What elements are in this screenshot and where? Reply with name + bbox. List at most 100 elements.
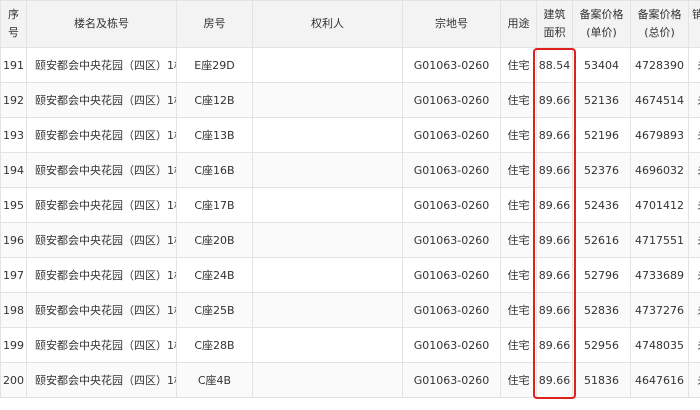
cell-room: C座28B (176, 327, 253, 363)
header-seq-label: 序号 (8, 8, 19, 39)
table-body: 191 颐安都会中央花园（四区）1栋 E座29D G01063-0260 住宅 88.54… (0, 47, 700, 398)
cell-building: 颐安都会中央花园（四区）1栋 (26, 117, 177, 153)
table-row[interactable]: 192 颐安都会中央花园（四区）1栋 C座12B G01063-0260 住宅 89.66… (0, 82, 700, 118)
cell-usage: 住宅 (500, 187, 537, 223)
cell-seq: 192 (0, 82, 27, 118)
header-owner: 权利人 (252, 0, 403, 48)
cell-owner (252, 82, 403, 118)
cell-parcel: G01063-0260 (402, 362, 501, 398)
cell-seq: 196 (0, 222, 27, 258)
cell-total-price: 4717551 (630, 222, 689, 258)
cell-building: 颐安都会中央花园（四区）1栋 (26, 257, 177, 293)
cell-area: 89.66 (536, 257, 573, 293)
cell-usage: 住宅 (500, 117, 537, 153)
cell-usage: 住宅 (500, 327, 537, 363)
header-building-label: 楼名及栋号 (74, 17, 129, 30)
cell-sale-status: 未售 (688, 257, 700, 293)
table-row[interactable]: 197 颐安都会中央花园（四区）1栋 C座24B G01063-0260 住宅 89.66… (0, 257, 700, 293)
cell-unit-price: 52136 (572, 82, 631, 118)
table-header: 序号 楼名及栋号 房号 权利人 宗地号 用途建筑面积备案价格(单价) 备案价格(总价) 销售状… (0, 0, 700, 48)
cell-unit-price: 52796 (572, 257, 631, 293)
cell-usage: 住宅 (500, 47, 537, 83)
cell-sale-status: 未售 (688, 292, 700, 328)
cell-unit-price: 52436 (572, 187, 631, 223)
cell-unit-price: 53404 (572, 47, 631, 83)
header-parcel-label: 宗地号 (435, 17, 468, 30)
cell-usage: 住宅 (500, 222, 537, 258)
cell-parcel: G01063-0260 (402, 117, 501, 153)
cell-parcel: G01063-0260 (402, 187, 501, 223)
cell-total-price: 4679893 (630, 117, 689, 153)
cell-parcel: G01063-0260 (402, 47, 501, 83)
cell-building: 颐安都会中央花园（四区）1栋 (26, 47, 177, 83)
cell-room: C座17B (176, 187, 253, 223)
cell-room: C座12B (176, 82, 253, 118)
cell-total-price: 4674514 (630, 82, 689, 118)
table-row[interactable]: 200 颐安都会中央花园（四区）1栋 C座4B G01063-0260 住宅 89.66 5… (0, 362, 700, 398)
cell-room: C座25B (176, 292, 253, 328)
cell-total-price: 4733689 (630, 257, 689, 293)
cell-usage: 住宅 (500, 82, 537, 118)
cell-parcel: G01063-0260 (402, 327, 501, 363)
cell-owner (252, 187, 403, 223)
cell-usage: 住宅 (500, 152, 537, 188)
cell-room: C座20B (176, 222, 253, 258)
header-row: 序号 楼名及栋号 房号 权利人 宗地号 用途建筑面积备案价格(单价) 备案价格(总价) 销售状… (0, 0, 700, 48)
cell-seq: 198 (0, 292, 27, 328)
cell-owner (252, 292, 403, 328)
header-total-price: 备案价格(总价) (630, 0, 689, 48)
cell-building: 颐安都会中央花园（四区）1栋 (26, 82, 177, 118)
cell-sale-status: 未售 (688, 187, 700, 223)
cell-building: 颐安都会中央花园（四区）1栋 (26, 292, 177, 328)
cell-sale-status: 未售 (688, 222, 700, 258)
cell-area: 89.66 (536, 362, 573, 398)
cell-seq: 199 (0, 327, 27, 363)
property-table: 序号 楼名及栋号 房号 权利人 宗地号 用途建筑面积备案价格(单价) 备案价格(总价) 销售状… (0, 0, 700, 398)
cell-room: E座29D (176, 47, 253, 83)
cell-seq: 194 (0, 152, 27, 188)
header-room-label: 房号 (203, 17, 226, 30)
cell-unit-price: 52956 (572, 327, 631, 363)
cell-unit-price: 52196 (572, 117, 631, 153)
header-owner-label: 权利人 (311, 17, 344, 30)
header-total-price-label: 备案价格(总价) (637, 8, 682, 39)
cell-total-price: 4647616 (630, 362, 689, 398)
header-unit-price-label: 备案价格(单价) (579, 8, 624, 39)
header-unit-price: 备案价格(单价) (572, 0, 631, 48)
cell-owner (252, 257, 403, 293)
cell-parcel: G01063-0260 (402, 292, 501, 328)
cell-room: C座16B (176, 152, 253, 188)
cell-building: 颐安都会中央花园（四区）1栋 (26, 327, 177, 363)
cell-sale-status: 未售 (688, 152, 700, 188)
header-seq: 序号 (0, 0, 27, 48)
cell-building: 颐安都会中央花园（四区）1栋 (26, 187, 177, 223)
cell-seq: 191 (0, 47, 27, 83)
cell-area: 88.54 (536, 47, 573, 83)
cell-unit-price: 52616 (572, 222, 631, 258)
cell-parcel: G01063-0260 (402, 152, 501, 188)
header-area-label: 建筑面积 (543, 8, 566, 39)
cell-total-price: 4748035 (630, 327, 689, 363)
cell-owner (252, 327, 403, 363)
cell-usage: 住宅 (500, 362, 537, 398)
table-row[interactable]: 198 颐安都会中央花园（四区）1栋 C座25B G01063-0260 住宅 89.66… (0, 292, 700, 328)
table-row[interactable]: 195 颐安都会中央花园（四区）1栋 C座17B G01063-0260 住宅 89.66… (0, 187, 700, 223)
cell-owner (252, 362, 403, 398)
table-row[interactable]: 191 颐安都会中央花园（四区）1栋 E座29D G01063-0260 住宅 88.54… (0, 47, 700, 83)
cell-room: C座24B (176, 257, 253, 293)
header-area: 建筑面积 (536, 0, 573, 48)
table-row[interactable]: 194 颐安都会中央花园（四区）1栋 C座16B G01063-0260 住宅 89.66… (0, 152, 700, 188)
cell-seq: 195 (0, 187, 27, 223)
cell-seq: 193 (0, 117, 27, 153)
header-sale-status: 销售状态 (688, 0, 700, 48)
header-usage-label: 用途 (507, 17, 530, 30)
cell-sale-status: 未售 (688, 82, 700, 118)
cell-total-price: 4701412 (630, 187, 689, 223)
cell-unit-price: 52376 (572, 152, 631, 188)
table-row[interactable]: 199 颐安都会中央花园（四区）1栋 C座28B G01063-0260 住宅 89.66… (0, 327, 700, 363)
header-sale-status-label: 销售状态 (690, 6, 700, 42)
cell-total-price: 4737276 (630, 292, 689, 328)
table-row[interactable]: 193 颐安都会中央花园（四区）1栋 C座13B G01063-0260 住宅 89.66… (0, 117, 700, 153)
table-row[interactable]: 196 颐安都会中央花园（四区）1栋 C座20B G01063-0260 住宅 89.66… (0, 222, 700, 258)
cell-area: 89.66 (536, 152, 573, 188)
